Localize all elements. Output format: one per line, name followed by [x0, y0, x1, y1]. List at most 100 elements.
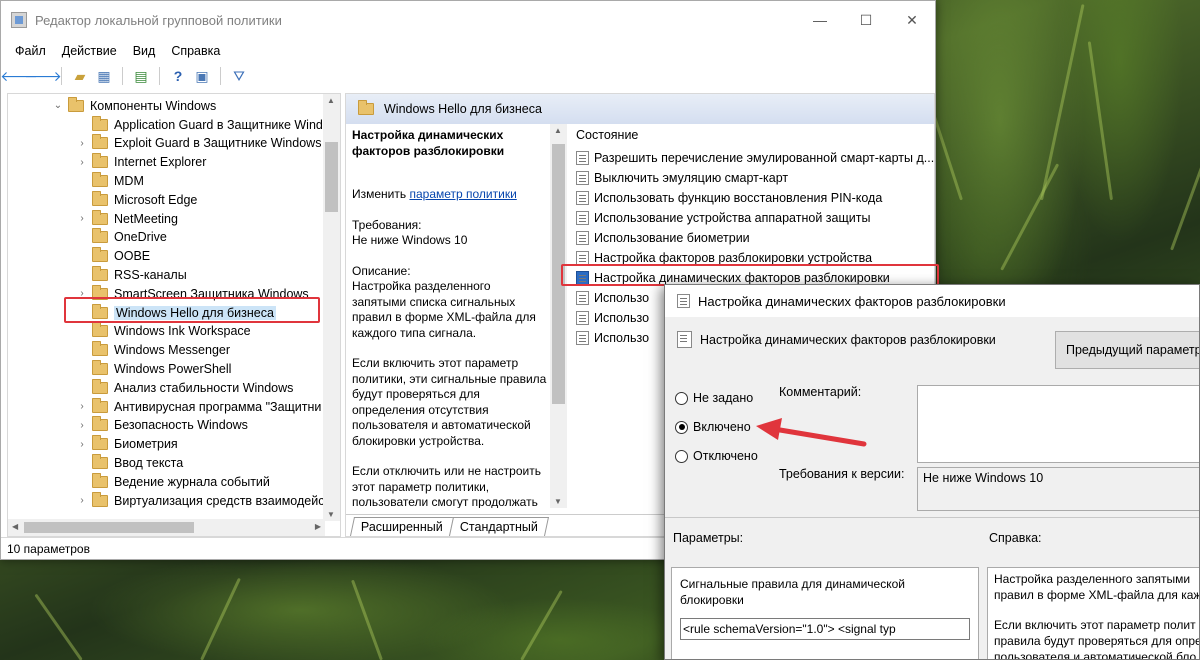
radio-label: Отключено: [693, 449, 758, 463]
menu-action[interactable]: Действие: [54, 44, 125, 58]
scroll-up-icon[interactable]: ▲: [554, 126, 562, 135]
setting-row[interactable]: Выключить эмуляцию смарт-карт: [572, 168, 934, 188]
background-grass: [1000, 163, 1060, 271]
chevron-right-icon[interactable]: ›: [76, 213, 88, 224]
close-button[interactable]: ✕: [889, 1, 935, 39]
tree-item[interactable]: Ведение журнала событий: [76, 472, 270, 491]
tree-item[interactable]: Microsoft Edge: [76, 190, 197, 209]
folder-icon: [92, 153, 108, 169]
description-scrollbar[interactable]: ▲ ▼: [550, 124, 567, 508]
tree-item[interactable]: Application Guard в Защитнике Wind: [76, 115, 323, 134]
maximize-button[interactable]: ☐: [843, 1, 889, 39]
tab-extended[interactable]: Расширенный: [349, 517, 454, 536]
radio-enabled[interactable]: Включено: [675, 420, 751, 434]
menu-help[interactable]: Справка: [163, 44, 228, 58]
up-folder-icon[interactable]: ▰: [70, 66, 90, 86]
radio-circle[interactable]: [675, 420, 688, 434]
scroll-left-icon[interactable]: ◀: [12, 522, 18, 531]
export-list-icon[interactable]: ▤: [131, 66, 151, 86]
minimize-button[interactable]: —: [797, 1, 843, 39]
description-block: Описание: Настройка разделенного запятыми…: [352, 264, 548, 342]
setting-label: Использование биометрии: [594, 231, 750, 245]
chevron-right-icon[interactable]: ›: [76, 495, 88, 506]
help-label: Справка:: [989, 531, 1042, 545]
setting-label: Использо: [594, 291, 650, 305]
tree-item[interactable]: MDM: [76, 171, 144, 190]
comment-textarea[interactable]: [917, 385, 1199, 463]
toolbar-separator: [122, 67, 123, 85]
tab-standard[interactable]: Стандартный: [448, 517, 549, 536]
scroll-thumb[interactable]: [325, 142, 338, 212]
tree-item[interactable]: Windows Ink Workspace: [76, 322, 251, 341]
tree-item-label: Application Guard в Защитнике Wind: [114, 117, 323, 132]
annotation-arrow-icon: [756, 418, 867, 447]
chevron-right-icon[interactable]: ›: [76, 420, 88, 431]
tree-item[interactable]: Анализ стабильности Windows: [76, 378, 293, 397]
radio-disabled[interactable]: Отключено: [675, 449, 758, 463]
requirements-block: Требования: Не ниже Windows 10: [352, 218, 548, 249]
tree-vertical-scrollbar[interactable]: ▲ ▼: [323, 94, 340, 521]
tree-item[interactable]: › Биометрия: [76, 435, 178, 454]
tree-item[interactable]: › Виртуализация средств взаимодейст: [76, 491, 330, 510]
annotation-box-setting: [561, 264, 939, 286]
tree-item-label: Microsoft Edge: [114, 192, 198, 207]
edit-policy-link[interactable]: параметр политики: [409, 187, 516, 201]
forward-arrow-icon[interactable]: 🡒: [24, 66, 62, 86]
column-header-state[interactable]: Состояние: [572, 128, 934, 142]
menu-file[interactable]: Файл: [7, 44, 54, 58]
tree-item[interactable]: Windows Messenger: [76, 341, 230, 360]
scroll-up-icon[interactable]: ▲: [327, 96, 335, 105]
tree-item[interactable]: › Безопасность Windows: [76, 416, 248, 435]
tree-item[interactable]: › Internet Explorer: [76, 153, 206, 172]
radio-circle[interactable]: [675, 449, 688, 463]
setting-row[interactable]: Использовать функцию восстановления PIN-…: [572, 188, 934, 208]
scroll-thumb[interactable]: [24, 522, 194, 533]
folder-icon: [92, 359, 108, 375]
tree-item-label: Безопасность Windows: [114, 418, 248, 433]
chevron-right-icon[interactable]: ›: [76, 157, 88, 168]
menu-view[interactable]: Вид: [125, 44, 164, 58]
folder-icon: [92, 472, 108, 488]
tree-item[interactable]: › Антивирусная программа "Защитни: [76, 397, 321, 416]
tree-item-label: NetMeeting: [114, 211, 178, 226]
signal-rules-input[interactable]: <rule schemaVersion="1.0"> <signal typ: [680, 618, 970, 640]
scroll-down-icon[interactable]: ▼: [327, 510, 335, 519]
tree-item-components[interactable]: ⌄ Компоненты Windows: [52, 96, 216, 115]
chevron-right-icon[interactable]: ›: [76, 401, 88, 412]
setting-row[interactable]: Разрешить перечисление эмулированной сма…: [572, 148, 934, 168]
tree-item-label: Антивирусная программа "Защитни: [114, 399, 322, 414]
setting-icon: [576, 231, 589, 245]
dialog-title: Настройка динамических факторов разблоки…: [698, 293, 1006, 309]
tree-item[interactable]: RSS-каналы: [76, 265, 187, 284]
tree-item[interactable]: OneDrive: [76, 228, 167, 247]
tree-item[interactable]: Ввод текста: [76, 453, 183, 472]
tree-item[interactable]: Windows PowerShell: [76, 359, 231, 378]
tree-item[interactable]: › Exploit Guard в Защитнике Windows: [76, 134, 321, 153]
help-icon[interactable]: ?: [168, 66, 188, 86]
scroll-down-icon[interactable]: ▼: [554, 497, 562, 506]
background-grass: [1040, 4, 1085, 201]
radio-not-configured[interactable]: Не задано: [675, 391, 753, 405]
radio-circle[interactable]: [675, 391, 688, 405]
tree-item[interactable]: › NetMeeting: [76, 209, 178, 228]
setting-row[interactable]: Использование устройства аппаратной защи…: [572, 208, 934, 228]
show-hide-tree-icon[interactable]: ▦: [94, 66, 114, 86]
setting-icon: [677, 331, 692, 348]
help-panel: Настройка разделенного запятыми правил в …: [987, 567, 1199, 659]
title-bar: Редактор локальной групповой политики — …: [1, 1, 935, 39]
details-header: Windows Hello для бизнеса: [346, 94, 934, 124]
folder-icon: [358, 100, 374, 115]
scroll-right-icon[interactable]: ▶: [315, 522, 321, 531]
properties-icon[interactable]: ▣: [192, 66, 212, 86]
tree-horizontal-scrollbar[interactable]: ◀ ▶: [8, 519, 325, 536]
chevron-down-icon[interactable]: ⌄: [52, 100, 64, 111]
description-text: Настройка разделенного запятыми списка с…: [352, 279, 536, 340]
background-grass: [520, 589, 563, 660]
setting-row[interactable]: Использование биометрии: [572, 228, 934, 248]
chevron-right-icon[interactable]: ›: [76, 439, 88, 450]
previous-setting-button[interactable]: Предыдущий параметр: [1055, 331, 1199, 369]
tree-item[interactable]: OOBE: [76, 247, 150, 266]
filter-icon[interactable]: ⛛: [229, 66, 249, 86]
chevron-right-icon[interactable]: ›: [76, 138, 88, 149]
radio-label: Включено: [693, 420, 751, 434]
